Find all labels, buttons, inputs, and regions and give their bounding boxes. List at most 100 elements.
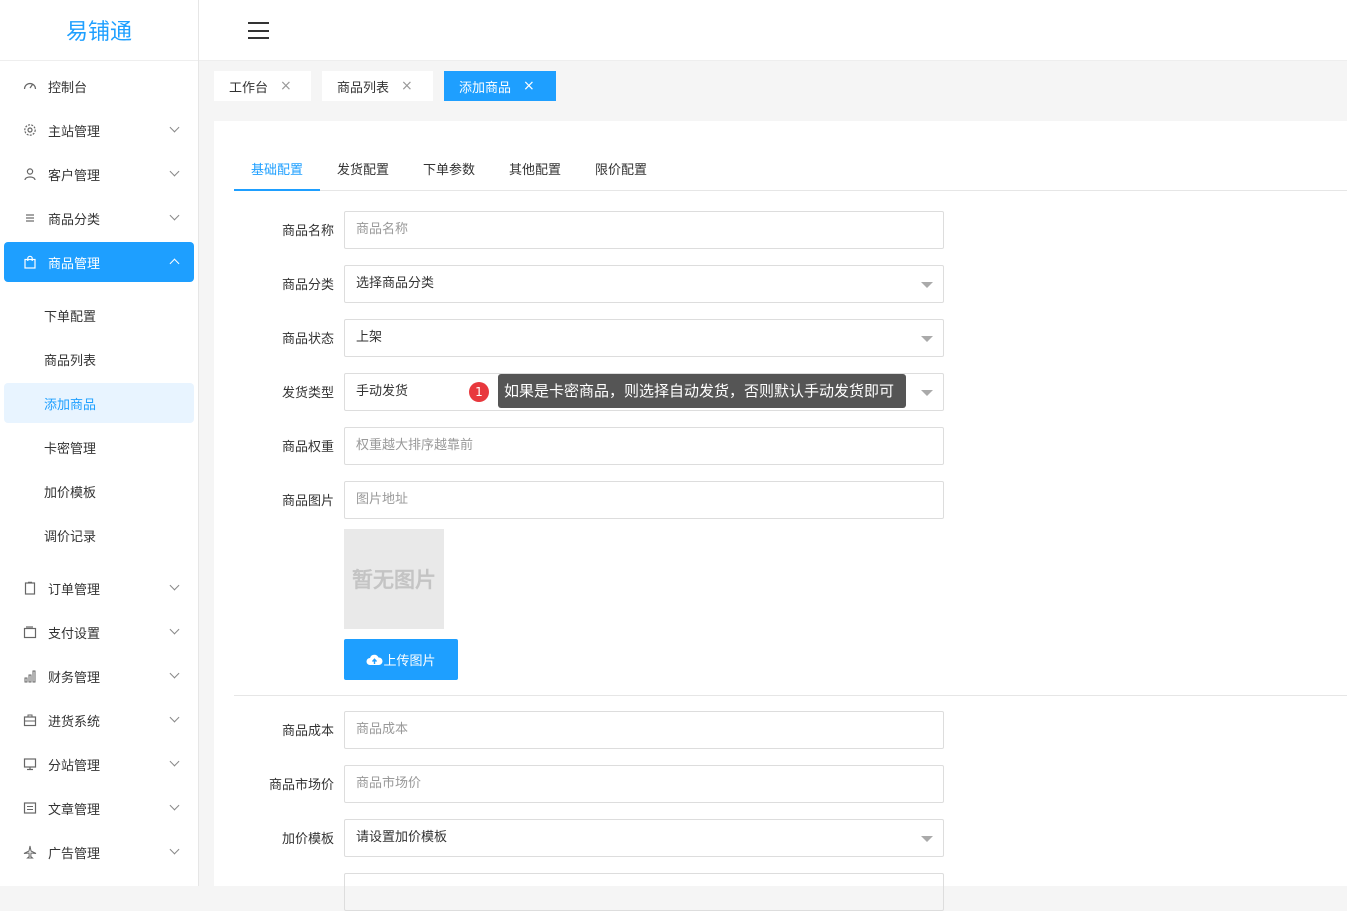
sidebar-item-label: 支付设置 (48, 626, 101, 642)
tab-label: 商品列表 (337, 80, 390, 96)
caret-down-icon (921, 836, 933, 842)
subtab-basic[interactable]: 基础配置 (234, 151, 320, 191)
chevron-down-icon (169, 624, 180, 635)
caret-down-icon (921, 336, 933, 342)
select-value: 选择商品分类 (356, 276, 435, 291)
sidebar-item-substations[interactable]: 分站管理 (4, 744, 194, 784)
sidebar-item-label: 主站管理 (48, 124, 101, 140)
sidebar: 易铺通 控制台 主站管理 客户管理 商品分类 商品管理 下单配置 商品列表 添加… (0, 0, 199, 886)
field-row-next (214, 873, 1114, 911)
status-select[interactable]: 上架 (344, 319, 944, 357)
next-field-input[interactable] (344, 873, 944, 911)
field-row-markup-template: 加价模板 请设置加价模板 (214, 819, 1114, 857)
select-value: 上架 (356, 330, 383, 345)
caret-down-icon (921, 390, 933, 396)
chevron-down-icon (169, 210, 180, 221)
subtab-other[interactable]: 其他配置 (492, 151, 578, 191)
bag-icon (23, 255, 37, 269)
field-label: 商品分类 (281, 278, 334, 293)
close-icon[interactable]: × (401, 78, 413, 94)
field-label: 商品权重 (281, 440, 334, 455)
article-icon (23, 801, 37, 815)
chevron-down-icon (169, 712, 180, 723)
sidebar-item-label: 订单管理 (48, 582, 101, 598)
caret-down-icon (921, 282, 933, 288)
bar-chart-icon (23, 669, 37, 683)
sidebar-item-articles[interactable]: 文章管理 (4, 788, 194, 828)
sidebar-item-label: 进货系统 (48, 714, 101, 730)
select-value: 请设置加价模板 (356, 830, 448, 845)
sidebar-item-dashboard[interactable]: 控制台 (4, 66, 194, 106)
close-icon[interactable]: × (523, 78, 535, 94)
field-label: 加价模板 (281, 832, 334, 847)
chevron-down-icon (169, 668, 180, 679)
tab-label: 添加商品 (459, 80, 512, 96)
sidebar-item-label: 财务管理 (48, 670, 101, 686)
tab-add-product[interactable]: 添加商品 × (444, 71, 556, 101)
category-select[interactable]: 选择商品分类 (344, 265, 944, 303)
market-price-input[interactable]: 商品市场价 (344, 765, 944, 803)
sidebar-item-label: 客户管理 (48, 168, 101, 184)
field-row-image: 商品图片 图片地址 (214, 481, 1114, 519)
chevron-up-icon (169, 258, 180, 269)
menu-toggle-icon[interactable] (248, 22, 269, 39)
sidebar-item-label: 文章管理 (48, 802, 101, 818)
sidebar-item-finance[interactable]: 财务管理 (4, 656, 194, 696)
image-url-input[interactable]: 图片地址 (344, 481, 944, 519)
chevron-down-icon (169, 756, 180, 767)
field-row-weight: 商品权重 权重越大排序越靠前 (214, 427, 1114, 465)
sidebar-subitem-card-keys[interactable]: 卡密管理 (4, 427, 194, 467)
field-label: 商品市场价 (268, 778, 334, 793)
tab-label: 工作台 (229, 80, 269, 96)
cost-input[interactable]: 商品成本 (344, 711, 944, 749)
field-row-name: 商品名称 商品名称 (214, 211, 1114, 249)
field-row-status: 商品状态 上架 (214, 319, 1114, 357)
plane-icon (23, 845, 37, 859)
close-icon[interactable]: × (280, 78, 292, 94)
list-icon (23, 211, 37, 225)
sidebar-item-label: 控制台 (48, 80, 88, 96)
clipboard-icon (23, 581, 37, 595)
top-header (199, 0, 1347, 61)
sidebar-item-site[interactable]: 主站管理 (4, 110, 194, 150)
subtab-price-limit[interactable]: 限价配置 (578, 151, 664, 191)
subtab-shipping[interactable]: 发货配置 (320, 151, 406, 191)
field-label: 发货类型 (281, 386, 334, 401)
markup-template-select[interactable]: 请设置加价模板 (344, 819, 944, 857)
sidebar-item-customers[interactable]: 客户管理 (4, 154, 194, 194)
sidebar-subitem-add-product[interactable]: 添加商品 (4, 383, 194, 423)
briefcase-icon (23, 713, 37, 727)
sidebar-item-products[interactable]: 商品管理 (4, 242, 194, 282)
sidebar-item-label: 商品分类 (48, 212, 101, 228)
field-label: 商品名称 (281, 224, 334, 239)
image-preview: 暂无图片 (344, 529, 444, 629)
upload-image-button[interactable]: 上传图片 (344, 639, 458, 680)
sidebar-item-ads[interactable]: 广告管理 (4, 832, 194, 872)
tooltip-badge: 1 (469, 382, 489, 402)
upload-label: 上传图片 (383, 654, 436, 669)
sidebar-subitem-order-config[interactable]: 下单配置 (4, 295, 194, 335)
weight-input[interactable]: 权重越大排序越靠前 (344, 427, 944, 465)
product-name-input[interactable]: 商品名称 (344, 211, 944, 249)
tab-workbench[interactable]: 工作台 × (214, 71, 311, 101)
field-row-cost: 商品成本 商品成本 (214, 711, 1114, 749)
monitor-icon (23, 757, 37, 771)
sidebar-subitem-markup-template[interactable]: 加价模板 (4, 471, 194, 511)
section-divider (234, 695, 1347, 696)
tab-product-list[interactable]: 商品列表 × (322, 71, 433, 101)
sidebar-item-payment[interactable]: 支付设置 (4, 612, 194, 652)
user-icon (23, 167, 37, 181)
sidebar-subitem-price-log[interactable]: 调价记录 (4, 515, 194, 555)
chevron-down-icon (169, 844, 180, 855)
field-row-market-price: 商品市场价 商品市场价 (214, 765, 1114, 803)
chevron-down-icon (169, 580, 180, 591)
dashboard-icon (23, 79, 37, 93)
field-label: 商品图片 (281, 494, 334, 509)
sidebar-item-categories[interactable]: 商品分类 (4, 198, 194, 238)
subtab-order-params[interactable]: 下单参数 (406, 151, 492, 191)
sidebar-item-orders[interactable]: 订单管理 (4, 568, 194, 608)
field-row-category: 商品分类 选择商品分类 (214, 265, 1114, 303)
sidebar-subitem-product-list[interactable]: 商品列表 (4, 339, 194, 379)
app-logo[interactable]: 易铺通 (0, 0, 198, 61)
sidebar-item-purchasing[interactable]: 进货系统 (4, 700, 194, 740)
